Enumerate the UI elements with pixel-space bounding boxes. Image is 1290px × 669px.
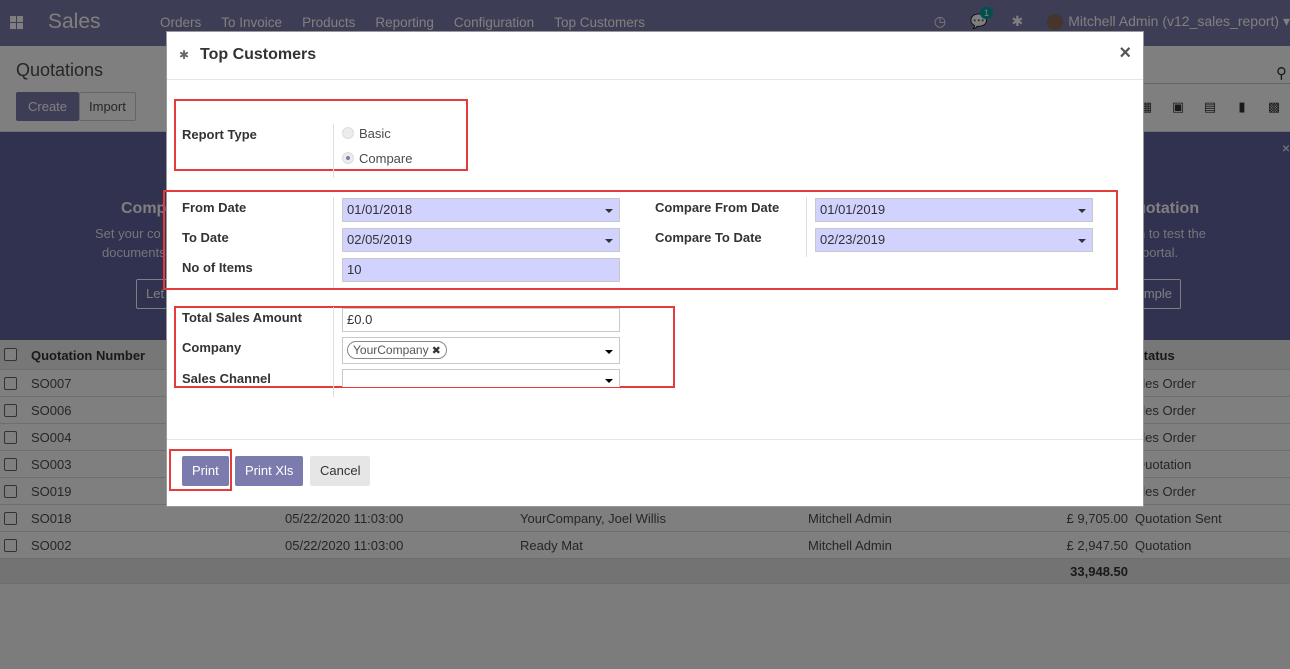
radio-basic-label[interactable]: Basic xyxy=(359,126,391,141)
total-value: £0.0 xyxy=(347,312,373,327)
compare-to-field[interactable]: 02/23/2019 xyxy=(815,228,1093,252)
report-type-label: Report Type xyxy=(182,127,257,142)
items-label: No of Items xyxy=(182,260,253,275)
from-date-label: From Date xyxy=(182,200,247,215)
dropdown-caret-icon xyxy=(605,239,613,243)
company-field[interactable]: YourCompany ✖ xyxy=(342,337,620,364)
from-date-value: 01/01/2018 xyxy=(347,202,413,217)
company-tag[interactable]: YourCompany ✖ xyxy=(347,341,447,359)
radio-compare-label[interactable]: Compare xyxy=(359,151,412,166)
from-date-field[interactable]: 01/01/2018 xyxy=(342,198,620,222)
dropdown-caret-icon xyxy=(1078,209,1086,213)
print-xls-button[interactable]: Print Xls xyxy=(235,456,304,486)
total-label: Total Sales Amount xyxy=(182,310,302,325)
to-date-field[interactable]: 02/05/2019 xyxy=(342,228,620,252)
dialog-footer-divider xyxy=(167,439,1143,440)
dialog-title: Top Customers xyxy=(200,46,317,63)
close-icon[interactable]: × xyxy=(1119,42,1131,65)
separator xyxy=(806,197,807,257)
to-date-label: To Date xyxy=(182,230,229,245)
compare-to-label: Compare To Date xyxy=(655,230,762,245)
cancel-button[interactable]: Cancel xyxy=(310,456,371,486)
to-date-value: 02/05/2019 xyxy=(347,232,413,247)
radio-basic[interactable] xyxy=(342,127,354,139)
dropdown-caret-icon xyxy=(605,350,613,354)
dropdown-caret-icon xyxy=(1078,239,1086,243)
company-tag-label: YourCompany xyxy=(353,343,429,357)
items-value: 10 xyxy=(347,262,362,277)
radio-compare[interactable] xyxy=(342,152,354,164)
bug-icon: ✱ xyxy=(179,48,190,62)
top-customers-dialog: ✱ Top Customers × Report Type Basic Comp… xyxy=(163,31,1144,507)
channel-label: Sales Channel xyxy=(182,371,271,386)
items-field[interactable]: 10 xyxy=(342,258,620,282)
channel-field[interactable] xyxy=(342,369,620,387)
total-field[interactable]: £0.0 xyxy=(342,308,620,332)
separator xyxy=(333,307,334,397)
separator xyxy=(333,197,334,288)
compare-from-field[interactable]: 01/01/2019 xyxy=(815,198,1093,222)
compare-from-value: 01/01/2019 xyxy=(820,202,886,217)
compare-to-value: 02/23/2019 xyxy=(820,232,886,247)
tag-remove-icon[interactable]: ✖ xyxy=(432,345,441,357)
company-label: Company xyxy=(182,340,242,355)
dropdown-caret-icon xyxy=(605,379,613,383)
dropdown-caret-icon xyxy=(605,209,613,213)
print-button[interactable]: Print xyxy=(182,456,229,486)
dialog-header: ✱ Top Customers × xyxy=(167,32,1143,80)
compare-from-label: Compare From Date xyxy=(655,200,780,215)
separator xyxy=(333,124,334,178)
